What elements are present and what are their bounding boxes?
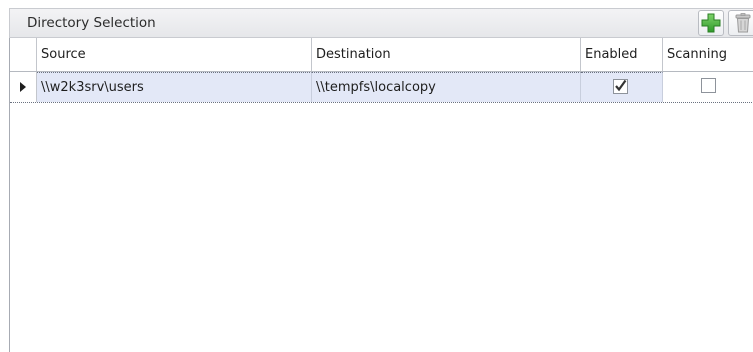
column-header-enabled[interactable]: Enabled — [581, 38, 663, 71]
column-header-scanning[interactable]: Scanning — [663, 38, 753, 71]
directory-grid: Source Destination Enabled Scanning \\w2… — [9, 38, 753, 352]
delete-directory-button[interactable] — [728, 10, 753, 36]
table-row[interactable]: \\w2k3srv\users \\tempfs\localcopy — [10, 72, 753, 103]
grid-header: Source Destination Enabled Scanning — [10, 38, 753, 72]
scanning-cell[interactable] — [663, 72, 753, 102]
current-row-arrow-icon — [20, 82, 26, 92]
destination-cell[interactable]: \\tempfs\localcopy — [312, 72, 581, 102]
row-selector[interactable] — [10, 72, 37, 102]
panel-title-bar: Directory Selection — [9, 8, 753, 38]
enabled-cell[interactable] — [581, 72, 663, 102]
row-header-column — [10, 38, 37, 71]
directory-selection-panel: Directory Selection Source Destination E… — [0, 0, 753, 352]
source-cell[interactable]: \\w2k3srv\users — [37, 72, 312, 102]
column-header-source[interactable]: Source — [37, 38, 312, 71]
plus-icon — [701, 13, 721, 33]
add-directory-button[interactable] — [698, 10, 724, 36]
panel-title: Directory Selection — [27, 15, 156, 31]
column-header-destination[interactable]: Destination — [312, 38, 581, 71]
trash-icon — [735, 13, 751, 33]
enabled-checkbox[interactable] — [613, 79, 628, 94]
checkmark-icon — [615, 79, 627, 92]
scanning-checkbox[interactable] — [701, 78, 716, 93]
